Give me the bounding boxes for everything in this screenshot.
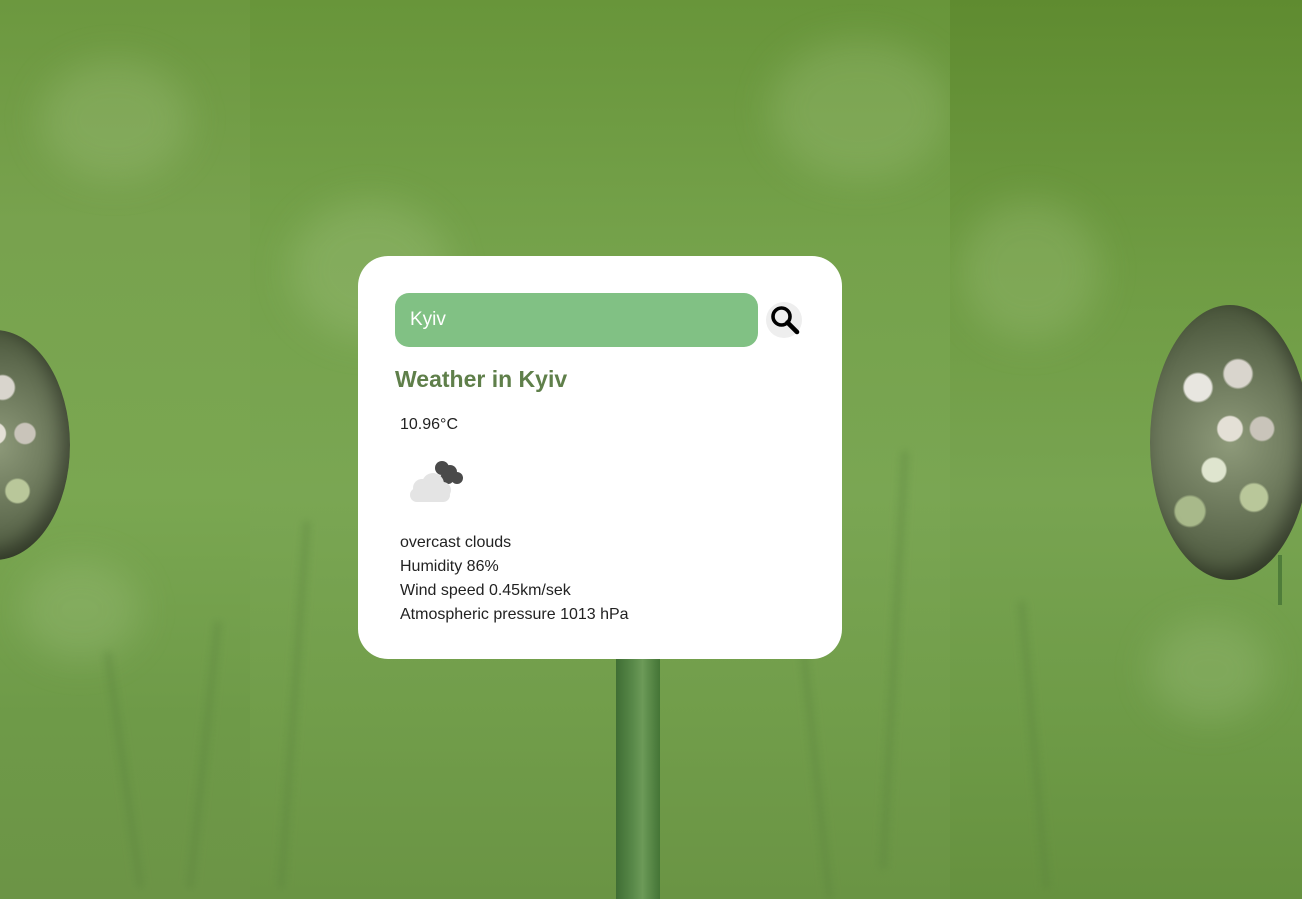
flower-stem	[616, 640, 660, 899]
flower-stem	[1278, 555, 1282, 605]
weather-description: overcast clouds	[400, 534, 512, 551]
atmospheric-pressure: Atmospheric pressure 1013 hPa	[400, 606, 629, 623]
weather-details: overcast clouds Humidity 86% Wind speed …	[400, 531, 629, 627]
wind-speed: Wind speed 0.45km/sek	[400, 582, 571, 599]
flower-image	[1150, 305, 1302, 580]
weather-title: Weather in Kyiv	[395, 366, 568, 392]
city-search-input[interactable]	[395, 293, 758, 347]
weather-app: Weather in Kyiv 10.96°C	[0, 0, 1302, 899]
search-button[interactable]	[766, 302, 802, 338]
search-icon	[771, 306, 800, 335]
flower-image	[0, 330, 70, 560]
background-image-right	[950, 0, 1302, 899]
weather-card: Weather in Kyiv 10.96°C	[358, 256, 842, 659]
search-bar	[395, 293, 805, 347]
humidity: Humidity 86%	[400, 558, 499, 575]
temperature: 10.96°C	[400, 416, 458, 433]
background-image-left	[0, 0, 250, 899]
overcast-clouds-icon	[404, 456, 468, 506]
